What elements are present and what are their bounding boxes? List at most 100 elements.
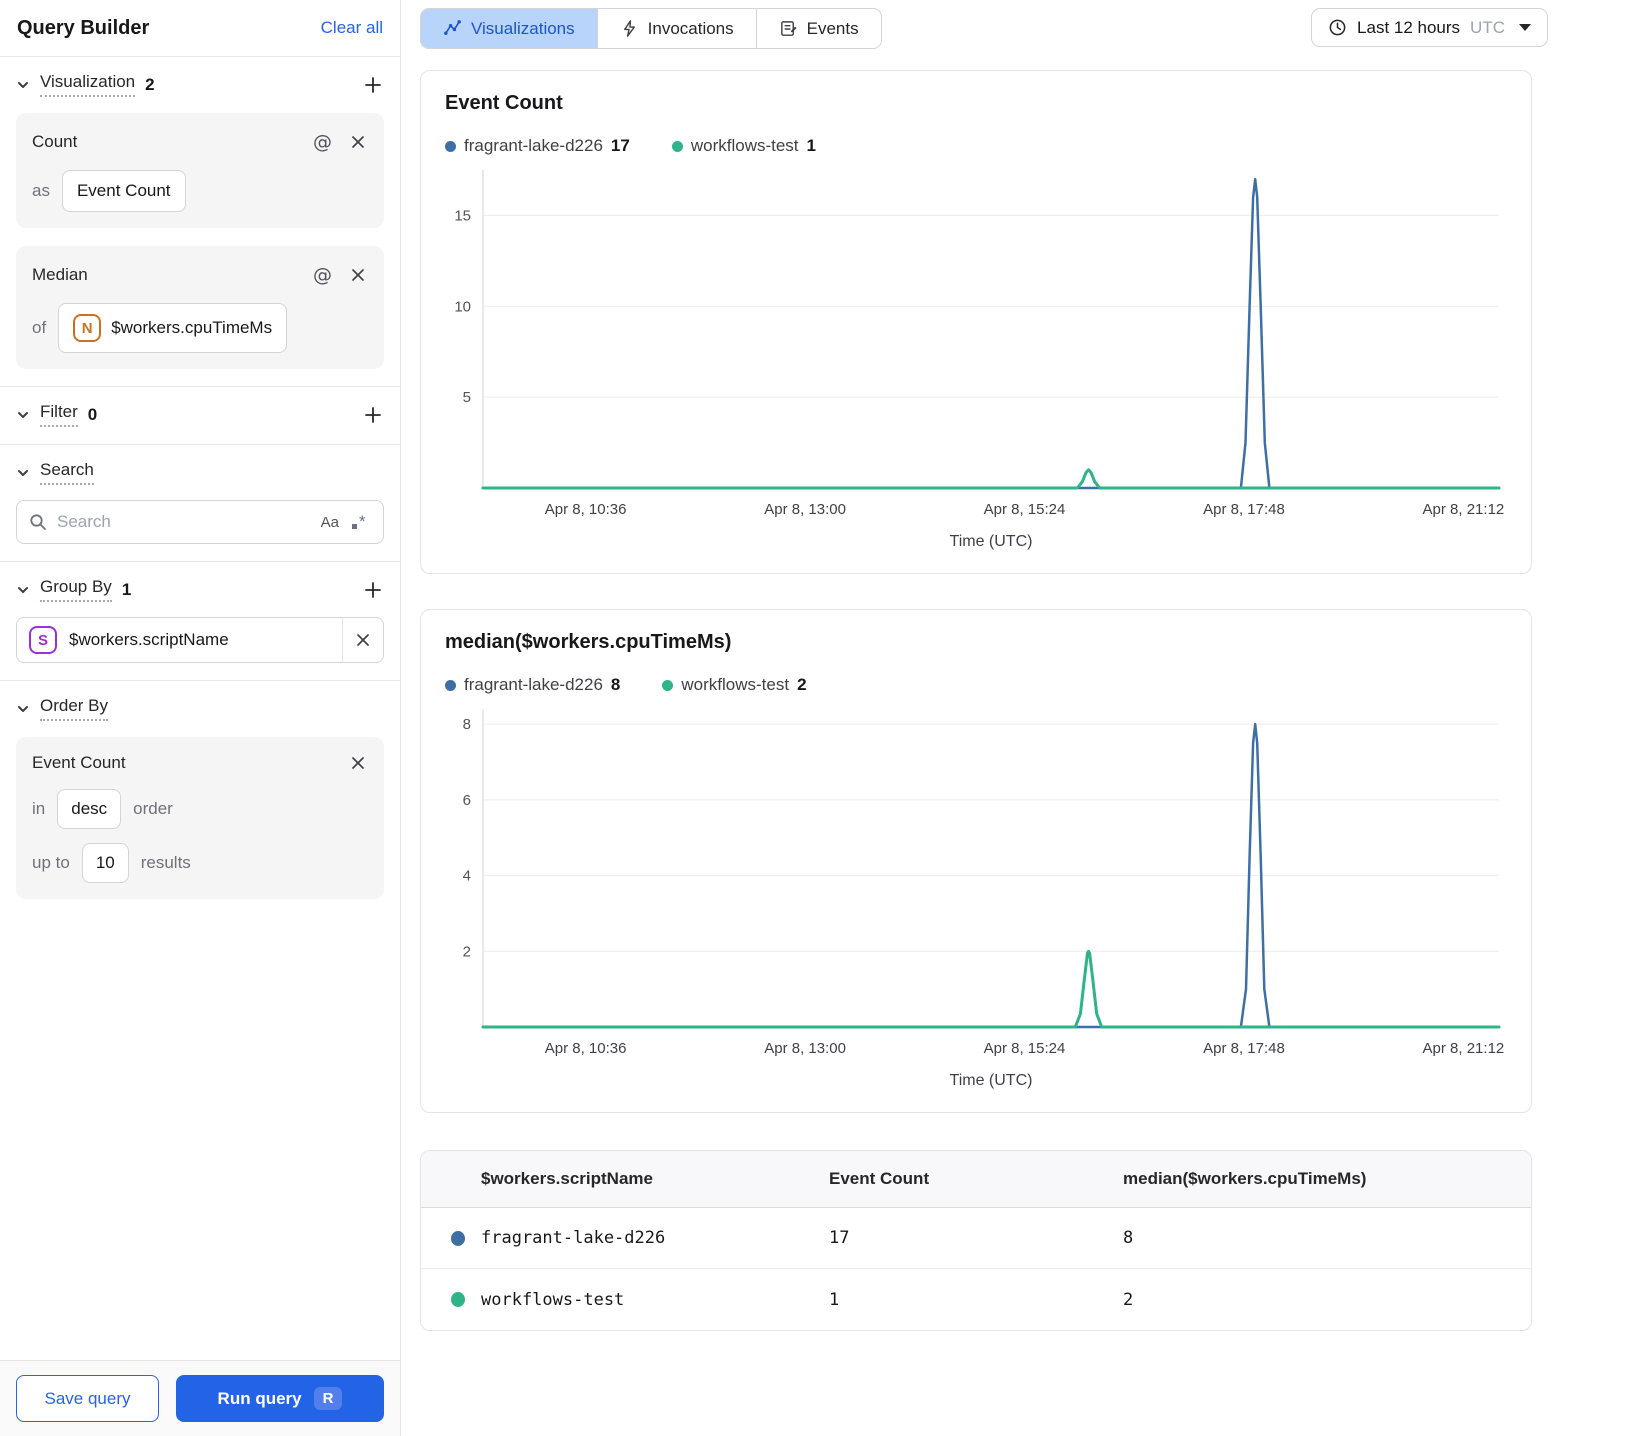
filter-section: Filter 0 [0,387,400,444]
remove-group-by-button[interactable] [342,618,383,662]
chart-canvas: 5 10 15 Apr 8, 10:36 Apr 8, 13:00 Apr 8, 15:2… [454,170,1504,550]
group-by-section-label: Group By [40,577,112,602]
order-by-section: Order By Event Count in desc order up to… [0,681,400,916]
plus-icon [365,406,381,423]
event-count-chart-card: Event Count fragrant-lake-d226 17 workflow… [420,70,1532,574]
legend-item[interactable]: workflows-test 2 [662,675,807,695]
chevron-down-icon[interactable] [16,583,30,597]
regex-icon[interactable]: * [349,512,371,532]
svg-text:Apr 8, 17:48: Apr 8, 17:48 [1203,501,1285,518]
remove-order-by-button[interactable] [348,753,368,773]
search-input[interactable] [57,512,311,532]
svg-text:10: 10 [454,298,471,315]
table-row[interactable]: workflows-test 1 2 [421,1269,1531,1330]
search-icon [30,514,46,530]
legend-dot [671,140,683,152]
case-sensitive-icon[interactable]: Aa [321,514,339,531]
events-doc-icon [780,21,797,36]
result-limit-input[interactable]: 10 [81,843,129,883]
add-group-by-button[interactable] [362,579,384,601]
search-section-label: Search [40,460,94,485]
add-filter-button[interactable] [362,404,384,426]
table-row[interactable]: fragrant-lake-d226 17 8 [421,1208,1531,1269]
order-by-section-label: Order By [40,696,109,721]
view-tabs: Visualizations Invocations Events [420,8,882,49]
results-label: results [140,853,191,872]
clear-all-button[interactable]: Clear all [321,18,383,38]
legend-item[interactable]: workflows-test 1 [671,136,816,156]
median-alias-button[interactable]: @ [311,262,334,288]
line-chart: 5 10 15 Apr 8, 10:36 Apr 8, 13:00 Apr 8, 15:2… [445,162,1527,559]
order-by-card: Event Count in desc order up to 10 resul… [16,737,384,899]
filter-section-label: Filter [40,402,78,427]
count-alias-value[interactable]: Event Count [61,170,186,212]
chevron-down-icon[interactable] [16,702,30,716]
tab-events[interactable]: Events [755,9,881,48]
legend-dot [662,679,674,691]
count-alias-button[interactable]: @ [311,129,334,155]
line-chart: 2 4 6 8 Apr 8, 10:36 Apr 8, 13:00 Apr 8, 15:24… [445,701,1527,1098]
chevron-down-icon[interactable] [16,78,30,92]
svg-text:4: 4 [463,868,471,885]
legend-series-value: 8 [610,675,621,694]
chart-title: median($workers.cpuTimeMs) [445,631,732,653]
in-label: in [32,799,46,818]
tab-label: Invocations [647,18,734,38]
series-color-dot [451,1230,465,1246]
upto-label: up to [32,853,70,872]
tab-invocations[interactable]: Invocations [596,9,756,48]
legend-item[interactable]: fragrant-lake-d226 8 [445,675,620,695]
save-query-button[interactable]: Save query [16,1375,159,1422]
legend-series-name: workflows-test [690,136,799,155]
at-icon: @ [313,264,332,286]
sidebar-header: Query Builder Clear all [0,0,400,57]
visualization-section-label: Visualization [40,72,136,97]
sidebar-content: Visualization 2 Count @ as Event Count M… [0,57,400,1360]
legend-series-value: 1 [806,136,816,155]
sidebar-footer: Save query Run query R [0,1360,400,1436]
run-query-label: Run query [217,1388,302,1408]
remove-count-button[interactable] [348,132,368,152]
remove-median-button[interactable] [348,265,368,285]
as-label: as [32,181,50,200]
number-type-icon: N [73,314,102,342]
svg-text:*: * [359,512,366,531]
event-count-cell: 1 [829,1289,840,1310]
median-cell: 2 [1123,1289,1134,1310]
tab-visualizations[interactable]: Visualizations [421,9,597,48]
chevron-down-icon[interactable] [16,466,30,480]
median-visualization-card: Median @ of N $workers.cpuTimeMs [16,246,384,369]
svg-text:2: 2 [463,943,471,960]
group-by-count: 1 [121,579,132,599]
group-by-field[interactable]: S $workers.scriptName [16,617,384,663]
median-card-title: Median [32,265,88,284]
close-icon [352,757,364,769]
sort-direction-select[interactable]: desc [57,789,122,829]
top-bar: Visualizations Invocations Events Last 1… [420,8,1640,49]
chart-legend: fragrant-lake-d226 8 workflows-test 2 [445,675,1527,695]
legend-item[interactable]: fragrant-lake-d226 17 [445,136,630,156]
add-visualization-button[interactable] [362,74,384,96]
search-section: Search Aa * [0,445,400,561]
tab-label: Events [806,18,859,38]
legend-series-value: 17 [610,136,630,155]
legend-dot [445,679,456,691]
svg-text:Time (UTC): Time (UTC) [950,533,1033,550]
svg-text:8: 8 [463,716,471,733]
count-card-title: Count [32,132,78,151]
median-field-value[interactable]: N $workers.cpuTimeMs [58,303,288,353]
line-chart-icon [444,20,461,35]
run-query-button[interactable]: Run query R [176,1375,384,1422]
svg-text:Apr 8, 17:48: Apr 8, 17:48 [1203,1040,1285,1057]
query-builder-sidebar: Query Builder Clear all Visualization 2 … [0,0,401,1436]
time-range-selector[interactable]: Last 12 hours UTC [1311,8,1548,47]
search-box: Aa * [16,500,384,544]
at-icon: @ [313,131,332,153]
lightning-icon [623,20,635,37]
column-header-script-name: $workers.scriptName [481,1169,653,1188]
count-visualization-card: Count @ as Event Count [16,113,384,228]
close-icon [357,634,369,646]
chevron-down-icon[interactable] [16,408,30,422]
median-cpu-chart-card: median($workers.cpuTimeMs) fragrant-lake… [420,609,1532,1113]
chart-title: Event Count [445,92,563,114]
